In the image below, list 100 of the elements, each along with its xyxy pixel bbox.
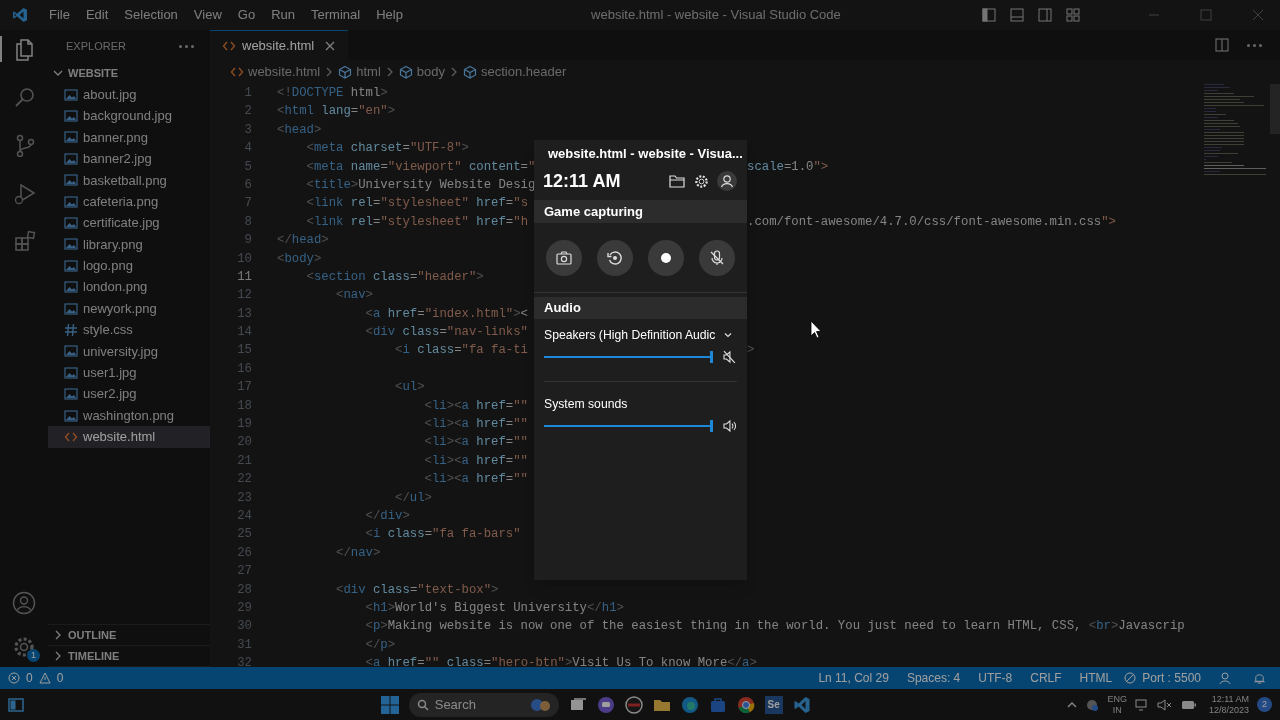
close-icon[interactable] xyxy=(324,39,337,52)
menu-item[interactable]: Terminal xyxy=(304,5,368,25)
image-file-icon xyxy=(64,109,78,124)
explorer-entry[interactable]: washington.png xyxy=(48,404,210,427)
device-dropdown[interactable]: Speakers (High Definition Audic xyxy=(544,325,716,345)
code-line: <i class="fa fa-ti xyxy=(394,342,529,360)
explorer-entry[interactable]: about.jpg xyxy=(48,84,210,106)
menu-item[interactable]: View xyxy=(186,5,229,25)
account-icon[interactable] xyxy=(12,591,36,615)
layout-icon[interactable] xyxy=(1066,8,1080,22)
monitor-icon[interactable] xyxy=(1134,697,1149,712)
line-number: 15 xyxy=(236,342,252,360)
search-field[interactable]: Search xyxy=(408,692,559,717)
play-bug-icon[interactable] xyxy=(13,181,37,205)
record-button[interactable] xyxy=(648,239,684,276)
warning-count[interactable]: 0 xyxy=(56,669,64,687)
layout-icon[interactable] xyxy=(1038,8,1052,22)
explorer-entry[interactable]: university.jpg xyxy=(48,340,210,363)
explorer-entry[interactable]: background.jpg xyxy=(48,105,210,127)
volume-slider[interactable] xyxy=(544,351,714,363)
split-editor-icon[interactable] xyxy=(1215,38,1229,52)
round-app-icon[interactable] xyxy=(624,695,643,714)
image-file-icon xyxy=(64,194,78,209)
line-number: 19 xyxy=(236,416,252,434)
explorer-entry[interactable]: cafeteria.png xyxy=(48,190,210,213)
app-tile[interactable]: Se xyxy=(764,695,783,714)
replay-icon xyxy=(606,248,624,267)
feedback-icon[interactable] xyxy=(1219,671,1233,685)
speaker-muted-icon[interactable] xyxy=(723,350,737,364)
line-number: 30 xyxy=(236,618,252,636)
layout-icon[interactable] xyxy=(982,8,996,22)
code-line: <head> xyxy=(277,121,322,139)
chevron-down-icon[interactable] xyxy=(723,330,733,340)
explorer-entry[interactable]: basketball.png xyxy=(48,169,210,191)
code-line: <h1>World's Biggest University</h1> xyxy=(364,599,624,617)
menu-item[interactable]: Help xyxy=(369,5,410,25)
camera-button[interactable] xyxy=(546,239,582,276)
volume-slider[interactable] xyxy=(544,420,714,432)
explorer-entry[interactable]: website.html xyxy=(48,426,210,448)
editor-tab[interactable]: website.html xyxy=(210,30,349,60)
line-number: 18 xyxy=(236,397,252,415)
language-indicator[interactable]: ENG xyxy=(1107,693,1127,705)
more-icon[interactable] xyxy=(179,44,194,48)
explorer-entry[interactable]: certificate.jpg xyxy=(48,212,210,234)
breadcrumb-item[interactable]: html xyxy=(356,62,381,82)
replay-button[interactable] xyxy=(597,239,633,276)
cube-icon xyxy=(463,65,477,79)
menu-item[interactable]: Selection xyxy=(117,5,185,25)
explorer-entry[interactable]: style.css xyxy=(48,319,210,341)
bell-icon[interactable] xyxy=(1253,671,1266,685)
browser-circle-icon[interactable] xyxy=(736,695,755,714)
notification-badge[interactable]: 2 xyxy=(1257,697,1272,712)
code-line: </p> xyxy=(364,636,396,654)
chat-bubble-icon[interactable] xyxy=(596,695,615,714)
search-icon[interactable] xyxy=(13,85,37,109)
layout-icon[interactable] xyxy=(1010,8,1024,22)
menu-item[interactable]: Go xyxy=(230,5,263,25)
status-item[interactable]: CRLF xyxy=(1030,669,1062,687)
breadcrumb-item[interactable]: section.header xyxy=(481,62,567,82)
menu-item[interactable]: File xyxy=(42,5,77,25)
more-icon[interactable] xyxy=(1247,43,1262,47)
menu-item[interactable]: Run xyxy=(264,5,302,25)
explorer-entry[interactable]: london.png xyxy=(48,276,210,298)
breadcrumb-item[interactable]: body xyxy=(416,62,445,82)
cloud-icon[interactable] xyxy=(1085,697,1100,712)
profile-icon[interactable] xyxy=(717,171,737,191)
status-item[interactable]: Ln 11, Col 29 xyxy=(818,669,889,687)
line-number: 9 xyxy=(243,232,252,250)
folder-header[interactable]: WEBSITE xyxy=(48,62,210,84)
folder-icon[interactable] xyxy=(669,174,685,188)
line-number: 29 xyxy=(236,599,252,617)
code-line: <a href="index.html">< xyxy=(364,305,528,323)
clock-date[interactable]: 12/8/2023 xyxy=(1208,704,1249,716)
explorer-entry[interactable]: banner.png xyxy=(48,126,210,149)
status-item[interactable]: HTML xyxy=(1079,669,1113,687)
region-indicator[interactable]: IN xyxy=(1112,704,1122,716)
explorer-entry[interactable]: newyork.png xyxy=(48,297,210,320)
slider-thumb[interactable] xyxy=(710,420,714,432)
explorer-entry[interactable]: library.png xyxy=(48,233,210,256)
explorer-entry[interactable]: logo.png xyxy=(48,255,210,277)
slider-thumb[interactable] xyxy=(710,351,714,363)
settings-icon[interactable] xyxy=(694,173,709,189)
code-line: <div class="text-box"> xyxy=(335,581,499,599)
speaker-icon[interactable] xyxy=(723,419,737,433)
blocks-icon[interactable] xyxy=(13,229,37,253)
status-item[interactable]: Spaces: 4 xyxy=(906,669,961,687)
microphone-button[interactable] xyxy=(699,239,735,276)
code-editor-icon[interactable] xyxy=(792,695,811,714)
status-item[interactable]: UTF-8 xyxy=(978,669,1013,687)
speaker-muted-icon[interactable] xyxy=(1156,697,1173,712)
clock-time[interactable]: 12:11 AM xyxy=(1211,693,1249,705)
explorer-entry[interactable]: banner2.jpg xyxy=(48,148,210,170)
port-status[interactable]: Port : 5500 xyxy=(1142,669,1201,687)
widgets-icon[interactable] xyxy=(8,697,24,712)
explorer-entry[interactable]: user1.jpg xyxy=(48,362,210,384)
menu-item[interactable]: Edit xyxy=(78,5,116,25)
start-icon[interactable] xyxy=(380,695,399,714)
breadcrumb-item[interactable]: website.html xyxy=(248,62,321,82)
explorer-entry[interactable]: user2.jpg xyxy=(48,383,210,405)
error-count[interactable]: 0 xyxy=(26,669,33,687)
